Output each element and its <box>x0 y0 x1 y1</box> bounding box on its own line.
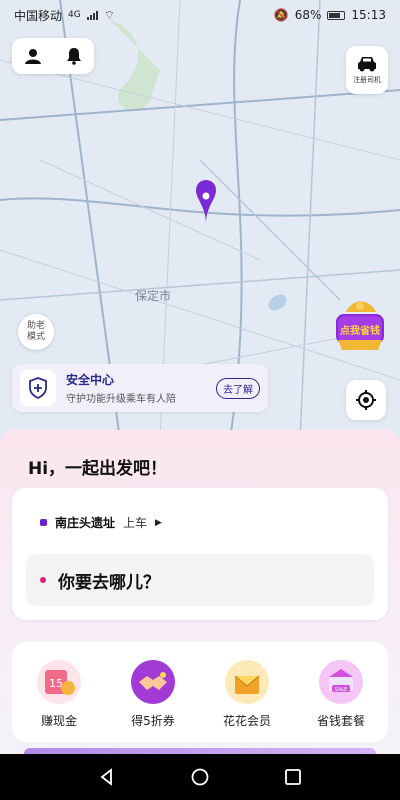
svg-text:15: 15 <box>49 677 63 690</box>
service-earn-cash[interactable]: 15 赚现金 <box>19 659 99 729</box>
signal-icon <box>86 10 98 20</box>
system-nav-bar <box>0 754 400 800</box>
network-label: 4G <box>68 10 81 20</box>
service-half-coupon[interactable]: 得5折券 <box>113 659 193 729</box>
register-driver-label: 注册司机 <box>353 76 381 84</box>
profile-button[interactable] <box>17 40 49 72</box>
safety-center-banner[interactable]: 安全中心 守护功能升级乘车有人陪 去了解 <box>12 364 268 412</box>
home-icon[interactable] <box>190 767 210 787</box>
battery-icon <box>327 10 346 20</box>
coupon-cash-icon: 15 <box>37 659 81 704</box>
safety-subtitle: 守护功能升级乘车有人陪 <box>66 394 176 405</box>
destination-dot-icon <box>40 577 46 583</box>
car-icon <box>358 57 376 72</box>
shield-plus-icon <box>29 377 47 399</box>
pickup-suffix: 上车 <box>123 516 148 530</box>
svg-text:SALE: SALE <box>335 687 348 693</box>
save-money-promo[interactable]: 点我省钱 <box>332 296 388 354</box>
safety-title: 安全中心 <box>66 373 115 387</box>
services-row: 15 赚现金 得5折券 花花会员 SALE 省钱套餐 <box>12 642 388 742</box>
caret-right-icon: ▶ <box>155 517 162 528</box>
service-label: 花花会员 <box>222 713 271 728</box>
trip-card: 南庄头遗址 上车 ▶ 你要去哪儿？ <box>12 488 388 620</box>
status-bar: 中国移动 4G ⌔ 🔕 68% 15:13 <box>0 0 400 30</box>
carrier-label: 中国移动 <box>14 8 63 23</box>
handshake-icon <box>131 659 175 704</box>
destination-prompt: 你要去哪儿？ <box>58 572 160 593</box>
promo-text: 点我省钱 <box>340 324 380 337</box>
elder-mode-label-1: 助老 <box>26 321 45 331</box>
service-vip-member[interactable]: 花花会员 <box>207 659 287 729</box>
notifications-button[interactable] <box>58 40 90 72</box>
recents-icon[interactable] <box>283 767 303 787</box>
user-icon <box>24 49 41 64</box>
battery-percent: 68% <box>294 8 322 22</box>
service-label: 得5折券 <box>131 713 175 728</box>
locate-button[interactable] <box>346 380 386 420</box>
map-city-label: 保定市 <box>135 288 171 303</box>
register-driver-button[interactable]: 注册司机 <box>346 46 388 94</box>
mute-icon: 🔕 <box>273 8 289 22</box>
service-saving-package[interactable]: SALE 省钱套餐 <box>301 659 381 729</box>
top-actions <box>12 38 94 74</box>
shield-container <box>20 370 56 406</box>
pickup-location[interactable]: 南庄头遗址 上车 ▶ <box>40 514 162 531</box>
sale-icon: SALE <box>319 659 363 704</box>
service-label: 赚现金 <box>40 713 77 728</box>
crosshair-icon <box>356 390 376 410</box>
bell-icon <box>66 48 81 65</box>
gift-box-icon <box>225 659 269 704</box>
pickup-dot-icon <box>40 519 47 526</box>
safety-learn-button[interactable]: 去了解 <box>216 377 260 399</box>
greeting-text: Hi，一起出发吧！ <box>28 459 168 479</box>
pickup-place: 南庄头遗址 <box>55 516 116 530</box>
service-label: 省钱套餐 <box>316 713 365 728</box>
destination-input[interactable]: 你要去哪儿？ <box>26 554 374 606</box>
wifi-icon: ⌔ <box>103 7 115 22</box>
back-icon[interactable] <box>97 767 117 787</box>
promo-badge-icon: 点我省钱 <box>336 301 384 350</box>
elder-mode-button[interactable]: 助老 模式 <box>18 314 54 350</box>
bottom-sheet: Hi，一起出发吧！ 南庄头遗址 上车 ▶ 你要去哪儿？ 15 赚现金 得5折券 <box>0 430 400 755</box>
clock: 15:13 <box>351 8 386 22</box>
elder-mode-label-2: 模式 <box>26 332 45 342</box>
